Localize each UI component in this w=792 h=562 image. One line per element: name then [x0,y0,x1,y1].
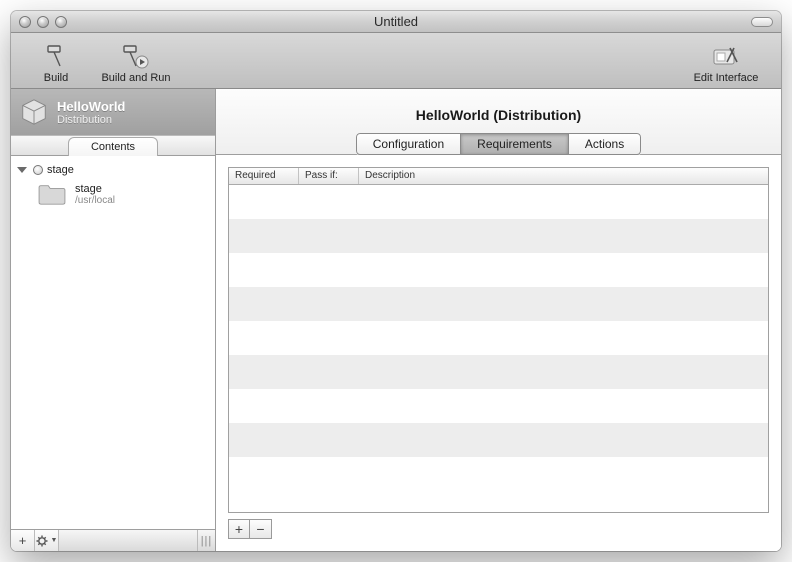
remove-requirement-button[interactable]: − [250,519,272,539]
hammer-play-icon [120,42,152,70]
table-row [229,185,768,219]
chevron-down-icon: ▼ [51,537,58,544]
hammer-icon [42,42,70,70]
window-title: Untitled [11,14,781,29]
column-description[interactable]: Description [359,168,768,184]
build-and-run-label: Build and Run [101,72,170,84]
tab-requirements[interactable]: Requirements [461,133,569,155]
close-window-button[interactable] [19,16,31,28]
column-passif[interactable]: Pass if: [299,168,359,184]
table-body[interactable] [229,185,768,512]
zoom-window-button[interactable] [55,16,67,28]
table-row [229,355,768,389]
table-row [229,389,768,423]
toolbar-spacer [181,37,681,88]
tree-root-label: stage [47,164,74,176]
folder-path: /usr/local [75,195,115,206]
table-row [229,253,768,287]
table-row [229,219,768,253]
edit-interface-label: Edit Interface [694,72,759,84]
table-row [229,423,768,457]
build-label: Build [44,72,68,84]
titlebar-pill-button[interactable] [751,17,773,27]
main-body: Required Pass if: Description [216,155,781,551]
main-title: HelloWorld (Distribution) [416,107,581,123]
table-row [229,287,768,321]
sidebar-add-button[interactable]: + [11,530,35,552]
radio-dot-icon [33,165,43,175]
build-button[interactable]: Build [21,37,91,88]
column-required[interactable]: Required [229,168,299,184]
tree-root-row[interactable]: stage [15,162,211,178]
project-subtitle: Distribution [57,114,125,126]
sidebar-resize-grip[interactable]: ||| [197,530,215,552]
requirements-table[interactable]: Required Pass if: Description [228,167,769,513]
tab-configuration[interactable]: Configuration [356,133,461,155]
toolbar: Build Build and Run Edit Interface [11,33,781,89]
segmented-control: Configuration Requirements Actions [356,133,641,155]
tab-actions[interactable]: Actions [569,133,641,155]
sidebar-action-button[interactable]: ▼ [35,530,59,552]
traffic-lights [19,16,67,28]
folder-icon [37,182,67,206]
folder-name: stage [75,183,115,195]
table-row [229,321,768,355]
tree-folder-row[interactable]: stage /usr/local [15,178,211,210]
gear-icon [36,534,50,548]
sidebar-tab-contents[interactable]: Contents [68,137,158,156]
add-requirement-button[interactable]: + [228,519,250,539]
edit-interface-button[interactable]: Edit Interface [681,37,771,88]
titlebar[interactable]: Untitled [11,11,781,33]
sidebar-footer: + [11,529,215,551]
project-name: HelloWorld [57,99,125,114]
minimize-window-button[interactable] [37,16,49,28]
main-panel: HelloWorld (Distribution) Configuration … [216,89,781,551]
sidebar-tabbar: Contents [11,135,215,156]
disclosure-triangle-icon[interactable] [17,167,27,173]
table-buttons: + − [228,519,769,539]
interface-editor-icon [710,42,742,70]
main-header: HelloWorld (Distribution) Configuration … [216,89,781,155]
tree-view[interactable]: stage stage /usr/local [11,156,215,529]
app-window: Untitled Build Build and Run [11,11,781,551]
sidebar: HelloWorld Distribution Contents stage [11,89,216,551]
content-area: HelloWorld Distribution Contents stage [11,89,781,551]
build-and-run-button[interactable]: Build and Run [91,37,181,88]
sidebar-header[interactable]: HelloWorld Distribution [11,89,215,135]
package-icon [19,97,49,127]
table-header: Required Pass if: Description [229,168,768,185]
